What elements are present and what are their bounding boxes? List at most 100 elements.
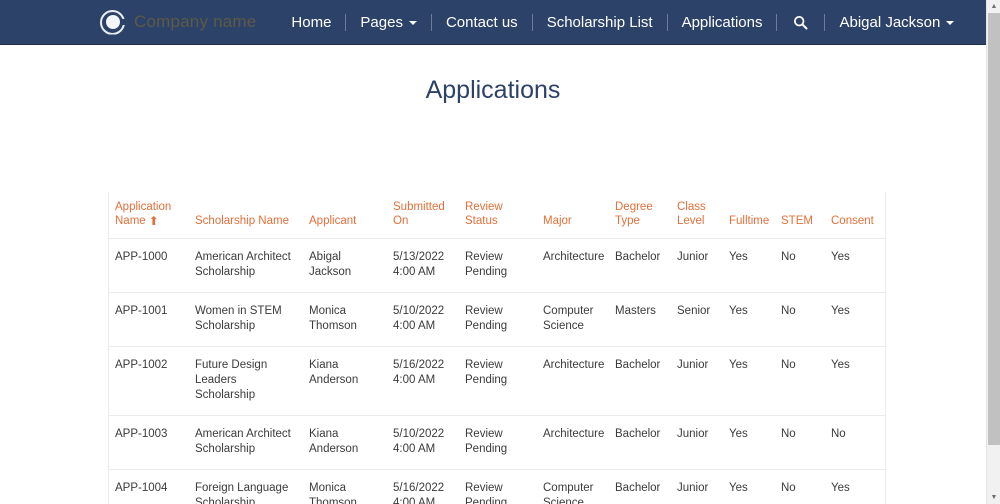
cell-stem: No <box>775 470 825 504</box>
column-header-applicant[interactable]: Applicant <box>303 192 387 239</box>
nav-item-home-label: Home <box>291 0 331 45</box>
cell-class-level: Junior <box>671 239 723 293</box>
cell-stem: No <box>775 416 825 470</box>
column-header-scholarship-name[interactable]: Scholarship Name <box>189 192 303 239</box>
cell-submitted-on: 5/16/2022 4:00 AM <box>387 470 459 504</box>
column-header-fulltime[interactable]: Fulltime <box>723 192 775 239</box>
table-row[interactable]: APP-1004 Foreign Language Scholarship Mo… <box>109 470 885 504</box>
cell-submitted-on: 5/16/2022 4:00 AM <box>387 347 459 416</box>
nav-item-contact-us[interactable]: Contact us <box>432 0 532 45</box>
nav-item-home[interactable]: Home <box>277 0 345 45</box>
column-header-consent[interactable]: Consent <box>825 192 885 239</box>
column-header-stem[interactable]: STEM <box>775 192 825 239</box>
cell-consent: Yes <box>825 293 885 347</box>
search-icon[interactable] <box>777 15 824 30</box>
column-header-line2: Type <box>615 215 640 227</box>
column-header-line2: Applicant <box>309 215 356 227</box>
cell-scholarship-name: American Architect Scholarship <box>189 239 303 293</box>
nav-links: Home Pages Contact us Scholarship List A… <box>277 0 968 45</box>
applications-table-card: Application Name⬆ Scholarship Name Appli… <box>108 192 886 504</box>
cell-application-name: APP-1004 <box>109 470 189 504</box>
nav-item-applications[interactable]: Applications <box>668 0 777 45</box>
cell-submitted-on: 5/10/2022 4:00 AM <box>387 416 459 470</box>
chevron-down-icon <box>409 21 417 25</box>
nav-item-pages-label: Pages <box>360 0 403 45</box>
cell-fulltime: Yes <box>723 239 775 293</box>
cell-application-name: APP-1002 <box>109 347 189 416</box>
cell-consent: Yes <box>825 347 885 416</box>
nav-item-applications-label: Applications <box>682 0 763 45</box>
cell-stem: No <box>775 239 825 293</box>
column-header-degree-type[interactable]: Degree Type <box>609 192 671 239</box>
cell-applicant: Kiana Anderson <box>303 416 387 470</box>
cell-major: Architecture <box>537 239 609 293</box>
cell-review-status: Review Pending <box>459 416 537 470</box>
applications-table: Application Name⬆ Scholarship Name Appli… <box>109 192 885 504</box>
cell-major: Architecture <box>537 416 609 470</box>
cell-submitted-on: 5/10/2022 4:00 AM <box>387 293 459 347</box>
cell-major: Architecture <box>537 347 609 416</box>
brand-name: Company name <box>134 12 256 32</box>
cell-review-status: Review Pending <box>459 470 537 504</box>
user-menu[interactable]: Abigal Jackson <box>825 0 968 45</box>
cell-applicant: Monica Thomson <box>303 470 387 504</box>
cell-consent: No <box>825 416 885 470</box>
cell-degree-type: Masters <box>609 293 671 347</box>
column-header-submitted-on[interactable]: Submitted On <box>387 192 459 239</box>
brand[interactable]: Company name <box>100 10 256 35</box>
cell-review-status: Review Pending <box>459 347 537 416</box>
table-row[interactable]: APP-1003 American Architect Scholarship … <box>109 416 885 470</box>
cell-consent: Yes <box>825 239 885 293</box>
column-header-review-status[interactable]: Review Status <box>459 192 537 239</box>
cell-degree-type: Bachelor <box>609 416 671 470</box>
cell-class-level: Junior <box>671 470 723 504</box>
cell-class-level: Senior <box>671 293 723 347</box>
cell-fulltime: Yes <box>723 347 775 416</box>
cell-major: Computer Science <box>537 470 609 504</box>
cell-degree-type: Bachelor <box>609 239 671 293</box>
cell-stem: No <box>775 293 825 347</box>
cell-applicant: Kiana Anderson <box>303 347 387 416</box>
cell-application-name: APP-1003 <box>109 416 189 470</box>
application-page: Company name Home Pages Contact us Schol… <box>0 0 1000 504</box>
cell-fulltime: Yes <box>723 416 775 470</box>
cell-scholarship-name: Foreign Language Scholarship <box>189 470 303 504</box>
nav-item-pages[interactable]: Pages <box>346 0 431 45</box>
column-header-line1: Class <box>677 200 717 214</box>
cell-stem: No <box>775 347 825 416</box>
user-menu-label: Abigal Jackson <box>839 0 940 45</box>
cell-application-name: APP-1000 <box>109 239 189 293</box>
cell-scholarship-name: Women in STEM Scholarship <box>189 293 303 347</box>
column-header-class-level[interactable]: Class Level <box>671 192 723 239</box>
chevron-down-icon <box>946 21 954 25</box>
cell-application-name: APP-1001 <box>109 293 189 347</box>
sort-ascending-icon[interactable]: ⬆ <box>149 215 159 227</box>
nav-item-scholarship-list[interactable]: Scholarship List <box>533 0 667 45</box>
scroll-down-arrow-icon[interactable]: ▼ <box>987 491 1000 504</box>
table-row[interactable]: APP-1001 Women in STEM Scholarship Monic… <box>109 293 885 347</box>
cell-scholarship-name: American Architect Scholarship <box>189 416 303 470</box>
column-header-line1: Application <box>115 200 183 214</box>
column-header-line2: Name <box>115 215 146 227</box>
cell-applicant: Monica Thomson <box>303 293 387 347</box>
cell-class-level: Junior <box>671 416 723 470</box>
vertical-scrollbar[interactable]: ▲ ▼ <box>986 0 1000 504</box>
column-header-application-name[interactable]: Application Name⬆ <box>109 192 189 239</box>
nav-item-scholarship-list-label: Scholarship List <box>547 0 653 45</box>
cell-degree-type: Bachelor <box>609 347 671 416</box>
scroll-up-arrow-icon[interactable]: ▲ <box>987 0 1000 13</box>
cell-submitted-on: 5/13/2022 4:00 AM <box>387 239 459 293</box>
cell-fulltime: Yes <box>723 293 775 347</box>
cell-class-level: Junior <box>671 347 723 416</box>
table-row[interactable]: APP-1002 Future Design Leaders Scholarsh… <box>109 347 885 416</box>
column-header-line1: Degree <box>615 200 665 214</box>
top-navbar: Company name Home Pages Contact us Schol… <box>0 0 986 45</box>
scrollbar-thumb[interactable] <box>988 13 1000 445</box>
cell-applicant: Abigal Jackson <box>303 239 387 293</box>
column-header-major[interactable]: Major <box>537 192 609 239</box>
column-header-line2: Scholarship Name <box>195 215 289 227</box>
table-row[interactable]: APP-1000 American Architect Scholarship … <box>109 239 885 293</box>
cell-fulltime: Yes <box>723 470 775 504</box>
column-header-line2: STEM <box>781 215 813 227</box>
cell-review-status: Review Pending <box>459 293 537 347</box>
